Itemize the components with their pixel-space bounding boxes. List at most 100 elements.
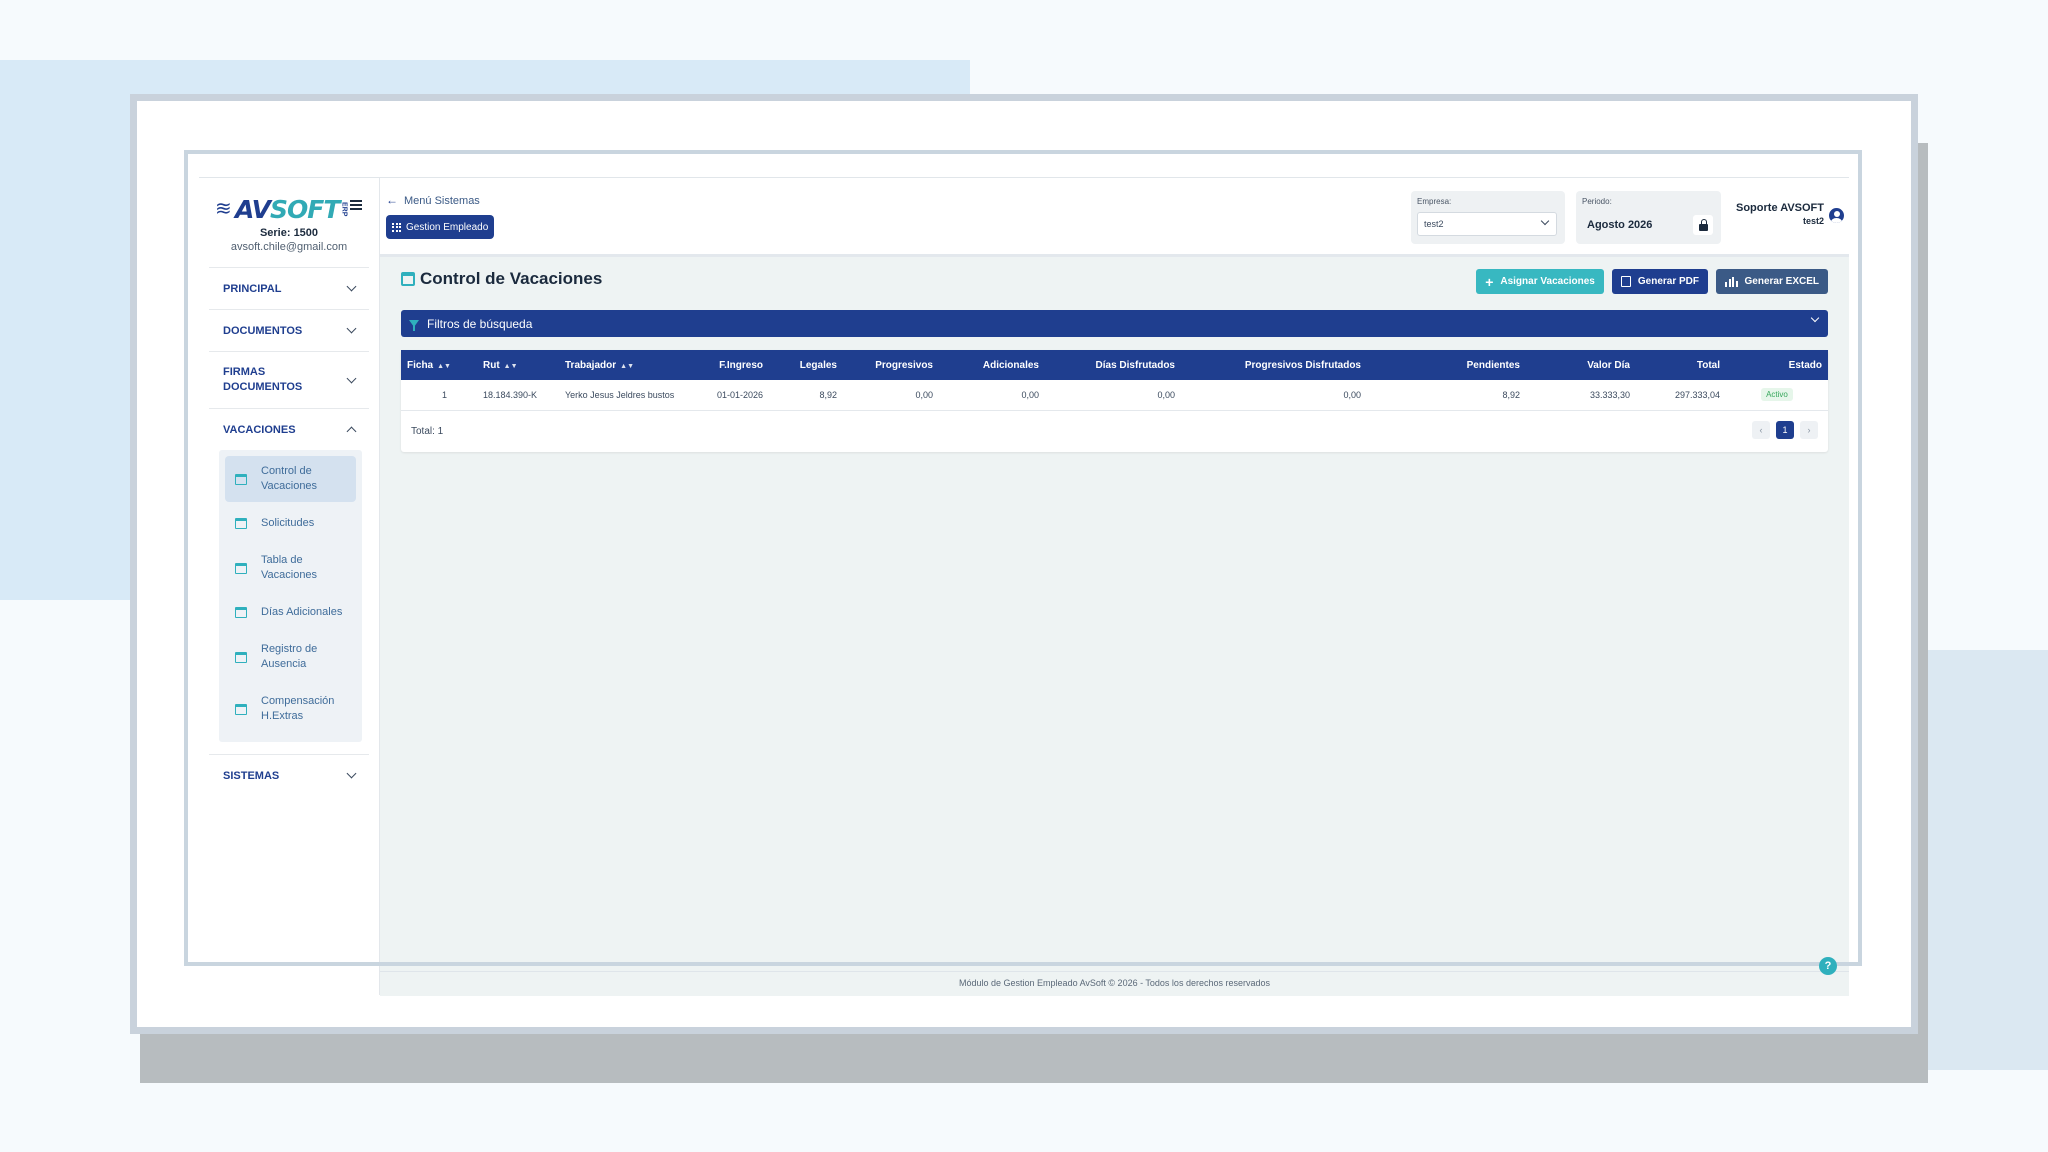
generate-pdf-button[interactable]: Generar PDF	[1611, 269, 1709, 294]
back-to-menu-link[interactable]: ← Menú Sistemas	[386, 193, 480, 207]
app-window: ≋ AVSOFT ERP Serie: 1500 avsoft.chile@gm…	[199, 177, 1849, 996]
nav-head-firmas-documentos[interactable]: FIRMAS DOCUMENTOS	[209, 352, 369, 408]
generate-excel-label: Generar EXCEL	[1744, 276, 1819, 287]
empresa-select[interactable]: test2	[1417, 212, 1557, 236]
nav-head-label: PRINCIPAL	[223, 282, 282, 295]
module-button-label: Gestion Empleado	[406, 221, 489, 233]
nav-head-principal[interactable]: PRINCIPAL	[209, 268, 369, 309]
sidebar-item-label: Compensación H.Extras	[261, 695, 335, 722]
empresa-value: test2	[1424, 219, 1444, 229]
column-header-ficha[interactable]: Ficha ▲▼	[401, 350, 477, 380]
nav-section-firmas: FIRMAS DOCUMENTOS	[209, 351, 369, 408]
help-chat-icon[interactable]: ?	[1819, 957, 1837, 975]
sidebar-item-compensacion[interactable]: Compensación H.Extras	[225, 686, 356, 732]
column-header-dias-disfrutados: Días Disfrutados	[1095, 359, 1175, 371]
cell-fingreso: 01-01-2026	[716, 389, 763, 400]
chevron-up-icon	[346, 426, 357, 436]
sidebar-item-tabla-vacaciones[interactable]: Tabla de Vacaciones	[225, 545, 356, 591]
account-email: avsoft.chile@gmail.com	[230, 241, 348, 253]
action-buttons: + Asignar Vacaciones Generar PDF Generar…	[1476, 269, 1828, 294]
cell-rut: 18.184.390-K	[483, 389, 538, 400]
column-header-fingreso: F.Ingreso	[719, 359, 763, 371]
bar-chart-icon	[1725, 276, 1738, 287]
chevron-down-icon	[1540, 216, 1550, 226]
column-header-progresivos-disfrutados: Progresivos Disfrutados	[1244, 359, 1361, 371]
logo-swoosh-icon: ≋	[215, 198, 232, 220]
sidebar-item-label: Días Adicionales	[261, 606, 343, 618]
calendar-icon	[235, 473, 247, 485]
calendar-icon	[235, 562, 247, 574]
pagination-page-1[interactable]: 1	[1776, 421, 1794, 439]
chevron-down-icon	[346, 281, 357, 292]
sidebar-nav: PRINCIPAL DOCUMENTOS FIRMAS DOCUMENTOS V…	[199, 267, 379, 796]
logo-text: AVSOFT	[235, 194, 340, 224]
cell-dias-disfrutados: 0,00	[1157, 389, 1175, 400]
sidebar-item-registro-ausencia[interactable]: Registro de Ausencia	[225, 634, 356, 680]
vacations-table-card: Ficha ▲▼ Rut ▲▼ Trabajador ▲▼ F.Ingreso Leg…	[401, 350, 1828, 452]
module-button[interactable]: Gestion Empleado	[386, 215, 495, 239]
calendar-icon	[235, 518, 247, 529]
document-icon	[235, 651, 247, 663]
main-content: Control de Vacaciones + Asignar Vacacion…	[380, 257, 1849, 971]
sidebar-item-control-vacaciones[interactable]: Control de Vacaciones	[225, 456, 356, 502]
nav-section-vacaciones: VACACIONES Control de Vacaciones Solicit…	[209, 408, 369, 742]
chevron-down-icon	[346, 323, 357, 334]
column-header-trabajador[interactable]: Trabajador ▲▼	[559, 350, 699, 380]
nav-head-label: VACACIONES	[223, 423, 296, 436]
column-header-estado: Estado	[1788, 359, 1822, 371]
nav-head-vacaciones[interactable]: VACACIONES	[209, 409, 369, 450]
column-header-rut[interactable]: Rut ▲▼	[477, 350, 559, 380]
search-filters-bar[interactable]: Filtros de búsqueda	[401, 310, 1828, 337]
nav-head-label: DOCUMENTOS	[223, 324, 303, 337]
sidebar-item-label: Registro de Ausencia	[261, 643, 318, 670]
page-title: Control de Vacaciones	[401, 269, 602, 289]
cell-adicionales: 0,00	[1021, 389, 1039, 400]
nav-section-principal: PRINCIPAL	[209, 267, 369, 309]
generate-excel-button[interactable]: Generar EXCEL	[1716, 269, 1828, 294]
table-header-row: Ficha ▲▼ Rut ▲▼ Trabajador ▲▼ F.Ingreso Leg…	[401, 350, 1828, 380]
periodo-field: Periodo: Agosto 2026	[1576, 191, 1721, 244]
sidebar-item-solicitudes[interactable]: Solicitudes	[225, 508, 356, 539]
logo-erp-tag: ERP	[340, 201, 348, 217]
pagination-next-button[interactable]: ›	[1800, 421, 1818, 439]
vacaciones-submenu: Control de Vacaciones Solicitudes Tabla …	[219, 450, 362, 742]
chevron-down-icon	[346, 373, 357, 383]
top-bar: ← Menú Sistemas Gestion Empleado Empresa:…	[380, 178, 1849, 257]
column-header-valor-dia: Valor Día	[1587, 359, 1630, 371]
column-header-legales: Legales	[799, 359, 837, 371]
periodo-label: Periodo:	[1582, 197, 1612, 206]
unlock-icon-body	[1699, 224, 1708, 231]
generate-pdf-label: Generar PDF	[1637, 276, 1700, 287]
search-filters-label: Filtros de búsqueda	[427, 316, 533, 331]
sort-icon: ▲▼	[620, 362, 634, 370]
nav-head-documentos[interactable]: DOCUMENTOS	[209, 310, 369, 351]
user-avatar-icon[interactable]	[1829, 208, 1844, 223]
plus-icon: +	[1485, 273, 1494, 290]
nav-head-sistemas[interactable]: SISTEMAS	[209, 755, 369, 796]
periodo-lock-button[interactable]	[1693, 215, 1713, 235]
nav-section-documentos: DOCUMENTOS	[209, 309, 369, 351]
table-row[interactable]: 1 18.184.390-K Yerko Jesus Jeldres busto…	[401, 380, 1828, 410]
cell-pendientes: 8,92	[1502, 389, 1520, 400]
cell-total: 297.333,04	[1674, 389, 1720, 400]
nav-head-label: FIRMAS DOCUMENTOS	[223, 366, 303, 393]
user-info[interactable]: Soporte AVSOFT test2	[1732, 202, 1824, 226]
sidebar-item-label: Tabla de Vacaciones	[261, 554, 318, 581]
back-link-label: Menú Sistemas	[404, 195, 480, 207]
pagination-prev-button[interactable]: ‹	[1752, 421, 1770, 439]
chevron-down-icon	[346, 768, 357, 779]
sidebar-item-dias-adicionales[interactable]: Días Adicionales	[225, 597, 356, 628]
cell-estado: Activo	[1726, 380, 1828, 410]
nav-section-sistemas: SISTEMAS	[209, 754, 369, 796]
user-company: test2	[1802, 216, 1824, 226]
serie-label: Serie: 1500	[259, 227, 319, 239]
cell-progresivos: 0,00	[915, 389, 933, 400]
assign-vacations-button[interactable]: + Asignar Vacaciones	[1476, 269, 1604, 294]
empresa-field: Empresa: test2	[1411, 191, 1565, 244]
sidebar: ≋ AVSOFT ERP Serie: 1500 avsoft.chile@gm…	[199, 178, 380, 995]
page-footer: Módulo de Gestion Empleado AvSoft © 2026…	[380, 971, 1849, 996]
calendar-icon	[235, 703, 247, 715]
chevron-down-icon	[1810, 313, 1820, 323]
sort-icon: ▲▼	[437, 362, 451, 370]
hamburger-menu-icon[interactable]	[350, 200, 362, 210]
